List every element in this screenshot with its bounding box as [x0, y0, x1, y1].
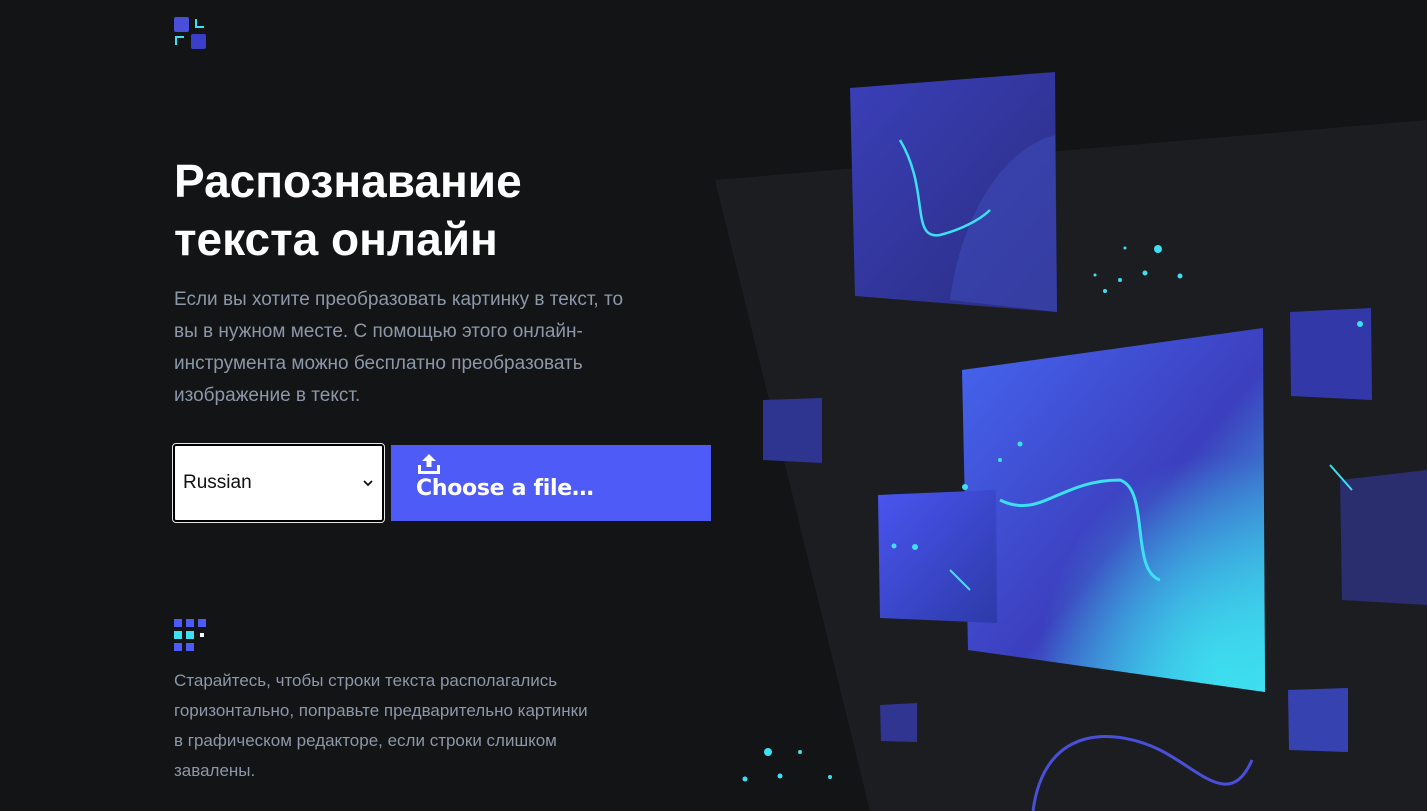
- grid-dots-icon: [174, 619, 206, 651]
- choose-file-button[interactable]: Choose a file…: [391, 445, 711, 521]
- hero-description: Если вы хотите преобразовать картинку в …: [174, 289, 624, 406]
- page-title-line-2: текста онлайн: [174, 213, 498, 265]
- chevron-down-icon: [363, 480, 373, 487]
- page-title: Распознавание текста онлайн: [174, 152, 734, 268]
- logo-icon[interactable]: [174, 17, 206, 49]
- upload-icon: [418, 454, 440, 474]
- language-select-value: Russian: [183, 472, 252, 493]
- page-title-line-1: Распознавание: [174, 155, 522, 207]
- language-select[interactable]: Russian: [172, 443, 385, 523]
- decorative-illustration: [715, 72, 1427, 811]
- tip-text: Старайтесь, чтобы строки текста располаг…: [174, 671, 588, 780]
- choose-file-label: Choose a file…: [416, 476, 594, 501]
